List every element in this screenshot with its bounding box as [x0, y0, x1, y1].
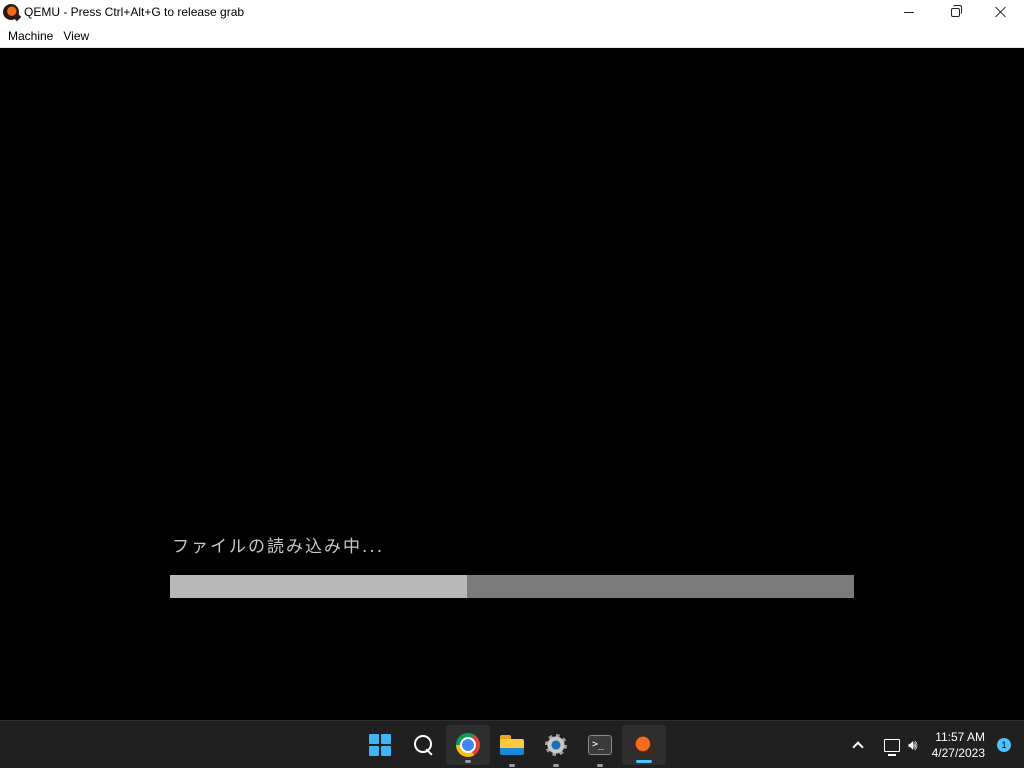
volume-icon[interactable]: 🔊︎ — [908, 736, 917, 754]
settings-icon — [545, 734, 567, 756]
taskbar-file-explorer[interactable] — [490, 721, 534, 768]
file-explorer-icon — [500, 735, 524, 755]
notification-badge[interactable]: 1 — [997, 738, 1011, 752]
close-icon — [995, 6, 1007, 18]
taskbar-terminal[interactable]: >_ — [578, 721, 622, 768]
taskbar-settings[interactable] — [534, 721, 578, 768]
restore-button[interactable] — [932, 0, 978, 24]
system-tray: 🔊︎ 11:57 AM 4/27/2023 1 — [840, 721, 1024, 768]
active-indicator — [636, 760, 652, 763]
search-button[interactable] — [402, 721, 446, 768]
menu-machine[interactable]: Machine — [3, 25, 58, 47]
clock-date: 4/27/2023 — [931, 746, 985, 760]
running-indicator — [465, 760, 471, 763]
progress-bar — [170, 575, 854, 598]
taskbar-apps: >_ — [358, 721, 666, 768]
terminal-icon: >_ — [588, 735, 612, 755]
minimize-icon — [904, 11, 914, 13]
restore-icon — [950, 4, 962, 17]
progress-bar-fill — [170, 575, 467, 598]
menu-bar: Machine View — [0, 24, 1024, 48]
window-controls — [886, 0, 1024, 24]
start-button[interactable] — [358, 721, 402, 768]
clock-time: 11:57 AM — [935, 730, 985, 744]
qemu-app-icon[interactable] — [3, 4, 19, 20]
window-title: QEMU - Press Ctrl+Alt+G to release grab — [24, 5, 245, 19]
search-icon — [414, 735, 434, 755]
taskbar-qemu[interactable] — [622, 725, 666, 765]
minimize-button[interactable] — [886, 0, 932, 24]
close-button[interactable] — [978, 0, 1024, 24]
taskbar: >_ 🔊︎ 11:57 AM 4/27/2023 1 — [0, 720, 1024, 768]
running-indicator — [509, 764, 515, 767]
network-icon[interactable] — [884, 738, 901, 756]
windows-start-icon — [369, 734, 391, 756]
clock[interactable]: 11:57 AM 4/27/2023 — [932, 729, 985, 761]
show-hidden-icons-chevron-icon[interactable] — [852, 741, 864, 753]
running-indicator — [553, 764, 559, 767]
title-bar: QEMU - Press Ctrl+Alt+G to release grab — [0, 0, 1024, 24]
loading-text: ファイルの読み込み中... — [172, 537, 385, 557]
guest-display[interactable]: ファイルの読み込み中... — [0, 48, 1024, 720]
menu-view[interactable]: View — [58, 25, 94, 47]
running-indicator — [597, 764, 603, 767]
chrome-icon — [456, 733, 480, 757]
taskbar-chrome[interactable] — [446, 725, 490, 765]
qemu-icon — [633, 734, 655, 756]
